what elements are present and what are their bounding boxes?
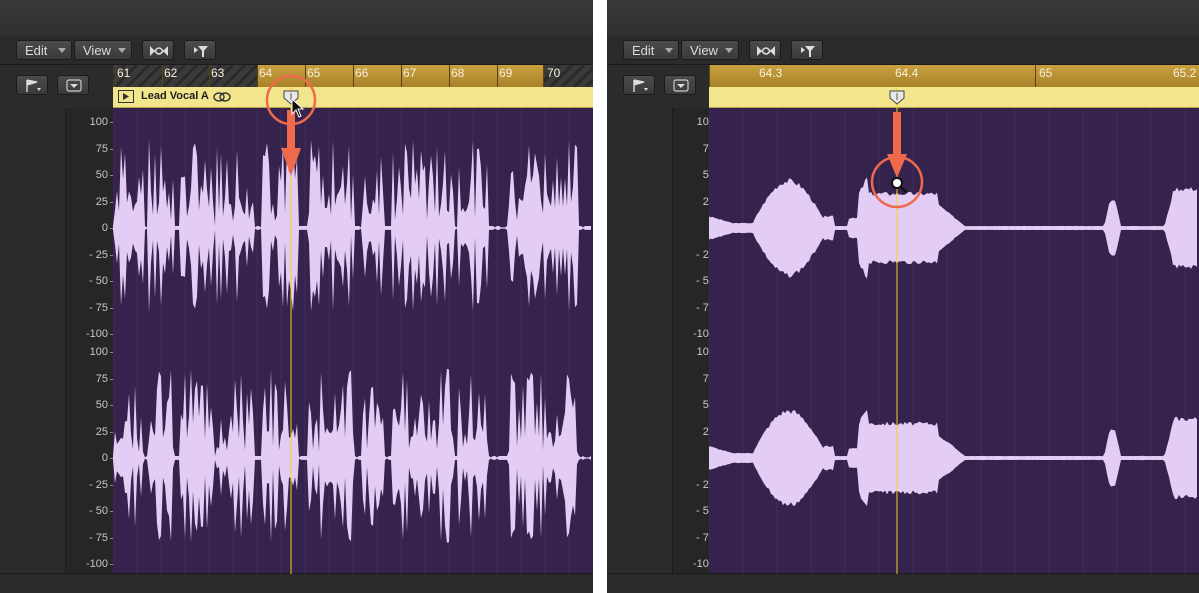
left-editor-panel: Edit View 100 75 50 25 0 - 25 - 50 - 75 -100 100 7… <box>0 0 593 593</box>
region-play-icon[interactable] <box>118 90 134 104</box>
ruler-label: 65 <box>307 66 321 80</box>
scroll-bar[interactable] <box>607 573 1199 593</box>
waveform-area[interactable] <box>112 108 593 574</box>
track-header-column <box>0 65 65 593</box>
track-dropdown-button[interactable] <box>57 75 89 95</box>
waveform-channel <box>113 368 591 543</box>
ruler-label: 69 <box>499 66 513 80</box>
waveform <box>708 108 1197 574</box>
ruler-label: 62 <box>164 66 178 80</box>
amplitude-tick-label: -100 <box>85 558 108 570</box>
catch-button[interactable] <box>791 40 823 60</box>
ruler-label: 61 <box>117 66 131 80</box>
view-menu-label: View <box>83 43 111 58</box>
waveform-channel <box>709 410 1197 506</box>
flex-button[interactable] <box>142 40 174 60</box>
toolbar: Edit View <box>0 36 593 65</box>
amplitude-tick-label: 25 <box>95 195 108 208</box>
region-name: Lead Vocal A <box>141 90 209 102</box>
bar-ruler[interactable]: 61 62 63 64 65 66 67 68 69 70 <box>113 65 593 88</box>
loop-icon[interactable] <box>213 91 231 103</box>
flex-button[interactable] <box>749 40 781 60</box>
amplitude-tick-label: 100 <box>89 346 108 358</box>
flag-button[interactable] <box>16 75 48 95</box>
bar-ruler[interactable]: 64.3 64.4 65 65.2 <box>709 65 1199 88</box>
right-editor-panel: Edit View 1007550250- 25- 50- 75-1001007… <box>607 0 1199 593</box>
amplitude-tick-label: - 50 <box>89 505 108 517</box>
amplitude-tick-label: 100 <box>89 116 108 128</box>
amplitude-tick-label: 25 <box>95 425 108 438</box>
catch-icon <box>194 46 208 57</box>
chevron-down-icon <box>665 48 673 53</box>
amplitude-tick-label: - 75 <box>89 301 108 314</box>
flag-button[interactable] <box>623 75 655 95</box>
flex-icon <box>757 46 775 56</box>
ruler-label: 63 <box>211 66 225 80</box>
ruler-label: 64.3 <box>759 66 783 80</box>
flag-icon <box>26 79 41 92</box>
dropdown-icon <box>66 79 82 92</box>
edit-menu-button[interactable]: Edit <box>623 40 679 60</box>
waveform-channel <box>709 177 1197 279</box>
amplitude-tick-label: 75 <box>95 142 108 155</box>
ruler-label: 68 <box>451 66 465 80</box>
edit-menu-label: Edit <box>25 43 48 58</box>
chevron-down-icon <box>58 48 66 53</box>
amplitude-tick-label: -100 <box>85 328 108 340</box>
scroll-bar[interactable] <box>0 573 593 593</box>
ruler-label: 66 <box>355 66 369 80</box>
toolbar: Edit View <box>607 36 1199 65</box>
region-header[interactable] <box>709 87 1199 108</box>
ruler-hatch <box>113 65 258 87</box>
dropdown-icon <box>673 79 689 92</box>
ruler-label: 65.2 <box>1173 66 1197 80</box>
amplitude-tick-label: 75 <box>95 372 108 385</box>
amplitude-tick-label: - 50 <box>89 275 108 287</box>
chevron-down-icon <box>725 48 733 53</box>
title-bar <box>607 0 1199 37</box>
amplitude-tick-label: 0 <box>101 452 108 464</box>
chevron-down-icon <box>118 48 126 53</box>
amplitude-tick-label: 0 <box>101 222 108 234</box>
amplitude-tick-label: 50 <box>95 169 108 181</box>
amplitude-tick-label: - 25 <box>89 478 108 491</box>
waveform-area[interactable] <box>708 108 1199 574</box>
track-header-column <box>607 65 672 593</box>
ruler-label: 65 <box>1039 66 1053 80</box>
ruler-label: 64.4 <box>895 66 919 80</box>
title-bar <box>0 0 593 37</box>
waveform <box>112 108 591 574</box>
amplitude-tick-label: - 25 <box>89 248 108 261</box>
ruler-label: 67 <box>403 66 417 80</box>
ruler-label: 64 <box>259 66 273 80</box>
view-menu-label: View <box>690 43 718 58</box>
catch-icon <box>801 46 815 57</box>
edit-menu-button[interactable]: Edit <box>16 40 72 60</box>
catch-button[interactable] <box>184 40 216 60</box>
amplitude-tick-label: - 75 <box>89 531 108 544</box>
ruler-label: 70 <box>547 66 561 80</box>
edit-menu-label: Edit <box>632 43 655 58</box>
track-dropdown-button[interactable] <box>664 75 696 95</box>
region-header[interactable]: Lead Vocal A <box>113 87 593 108</box>
flex-icon <box>150 46 168 56</box>
view-menu-button[interactable]: View <box>681 40 739 60</box>
view-menu-button[interactable]: View <box>74 40 132 60</box>
amplitude-scale: 100 75 50 25 0 - 25 - 50 - 75 -100 100 75 50 25 0 - 25… <box>65 108 114 578</box>
amplitude-tick-label: 50 <box>95 399 108 411</box>
flag-icon <box>633 79 648 92</box>
